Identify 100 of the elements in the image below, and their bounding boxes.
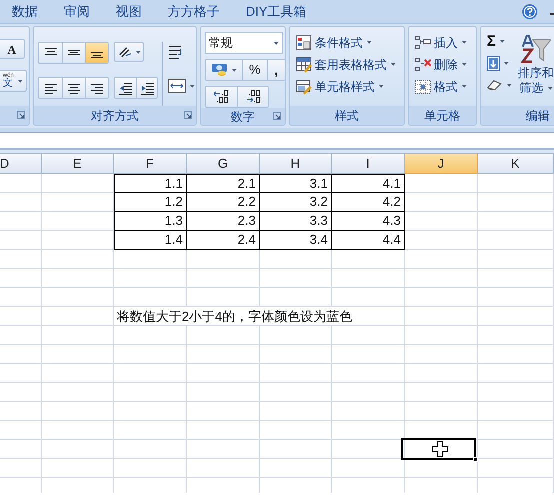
ribbon-command[interactable]: 删除 [415, 56, 476, 73]
caret-icon [18, 80, 24, 82]
table-cell: 3.2 [260, 193, 332, 212]
vertical-align-button[interactable] [39, 43, 62, 63]
format-cells-icon [415, 78, 431, 94]
number-format-dropdown[interactable]: 常规 [205, 32, 283, 54]
column-header[interactable]: H [260, 154, 332, 174]
phonetic-char: 文 [3, 79, 13, 89]
caret-icon [190, 84, 195, 88]
column-header[interactable]: D [0, 154, 42, 174]
ribbon-command[interactable]: 插入 [415, 34, 476, 51]
indent-button[interactable] [115, 78, 136, 98]
increase-decimal-icon [214, 90, 229, 104]
increase-decimal-button[interactable] [206, 87, 237, 107]
table-cell: 1.4 [114, 231, 187, 250]
table-cell: 1.1 [114, 174, 187, 193]
group-title: 单元格 [424, 108, 460, 124]
fill-button[interactable] [487, 54, 512, 72]
wrap-text-icon[interactable] [168, 44, 184, 60]
cell-style-icon [296, 78, 312, 94]
ribbon-tab[interactable]: 方方格子 [168, 5, 220, 18]
table-format-icon [296, 56, 312, 72]
table-cell: 2.4 [187, 231, 260, 250]
ribbon-tab[interactable]: 审阅 [64, 5, 90, 18]
autosum-button[interactable]: Σ [487, 32, 512, 50]
caret-icon [500, 40, 506, 42]
fill-down-icon [487, 56, 500, 70]
dialog-launcher-icon[interactable] [273, 112, 281, 120]
group-title: 编辑 [526, 108, 550, 124]
caret-icon [274, 42, 279, 44]
table-cell: 3.3 [260, 212, 332, 231]
column-header[interactable]: J [405, 154, 478, 174]
orientation-button[interactable] [114, 42, 144, 62]
table-cell: 1.3 [114, 212, 187, 231]
insert-cells-icon [415, 34, 431, 50]
caret-icon [462, 85, 467, 88]
caret-icon [391, 63, 396, 66]
table-cell: 1.2 [114, 193, 187, 212]
caret-icon [548, 87, 552, 90]
caret-icon [462, 41, 467, 44]
sort-filter-button[interactable]: 排序和 筛选 [518, 32, 554, 96]
help-icon[interactable] [522, 4, 538, 20]
vertical-align-button[interactable] [85, 43, 108, 63]
table-cell: 3.1 [260, 174, 332, 193]
dropdown-value: 常规 [209, 35, 233, 52]
ribbon-tab[interactable]: DIY工具箱 [246, 5, 307, 18]
caret-icon [462, 63, 467, 66]
column-header[interactable]: G [187, 154, 260, 174]
caret-icon [504, 62, 509, 64]
dialog-launcher-icon[interactable] [17, 111, 25, 119]
delete-cells-icon [415, 56, 431, 72]
column-header[interactable]: I [332, 154, 405, 174]
ribbon-command[interactable]: 条件格式 [296, 34, 404, 51]
column-header[interactable]: E [42, 154, 114, 174]
active-cell[interactable] [401, 438, 476, 460]
table-cell: 2.2 [187, 193, 260, 212]
conditional-format-icon [296, 34, 312, 50]
table-cell: 4.2 [332, 193, 405, 212]
percent-button[interactable]: % [242, 60, 267, 80]
eraser-icon [487, 79, 503, 91]
dialog-launcher-icon[interactable] [184, 111, 192, 119]
group-title: 样式 [335, 108, 359, 124]
group-title: 对齐方式 [91, 108, 139, 124]
ribbon-command[interactable]: 套用表格格式 [296, 56, 404, 73]
money-icon [212, 63, 228, 77]
font-grow-button[interactable]: A [0, 39, 25, 59]
indent-icon [140, 82, 154, 94]
horizontal-align-button[interactable] [85, 78, 108, 98]
ribbon-command[interactable]: 格式 [415, 78, 476, 95]
group-title: 数字 [231, 109, 255, 125]
table-cell: 4.4 [332, 231, 405, 250]
merge-center-icon[interactable] [168, 79, 186, 93]
table-cell: 4.1 [332, 174, 405, 193]
decrease-decimal-icon [246, 90, 260, 104]
caret-icon [367, 41, 372, 44]
slanted-text-icon [118, 46, 132, 58]
align-lines-icon [44, 82, 56, 94]
currency-button[interactable] [206, 60, 242, 80]
align-lines-icon [68, 82, 80, 94]
caret-icon [136, 50, 140, 54]
horizontal-align-button[interactable] [62, 78, 85, 98]
horizontal-align-button[interactable] [39, 78, 62, 98]
vertical-align-button[interactable] [62, 43, 85, 63]
caret-icon [379, 85, 384, 88]
caret-icon [507, 84, 512, 86]
table-cell: 3.4 [260, 231, 332, 250]
ribbon-tab[interactable]: 数据 [12, 5, 38, 18]
align-lines-icon [91, 82, 103, 94]
comma-button[interactable]: , [267, 60, 285, 80]
ribbon-command[interactable]: 单元格样式 [296, 78, 404, 95]
table-cell: 2.1 [187, 174, 260, 193]
indent-button[interactable] [136, 78, 157, 98]
cross-cursor-icon [432, 440, 449, 458]
fill-handle[interactable] [473, 457, 478, 462]
table-cell: 4.3 [332, 212, 405, 231]
column-header[interactable]: F [114, 154, 187, 174]
ribbon-tab[interactable]: 视图 [116, 5, 142, 18]
column-header[interactable]: K [478, 154, 554, 174]
decrease-decimal-button[interactable] [237, 87, 268, 107]
indent-icon [119, 82, 132, 94]
